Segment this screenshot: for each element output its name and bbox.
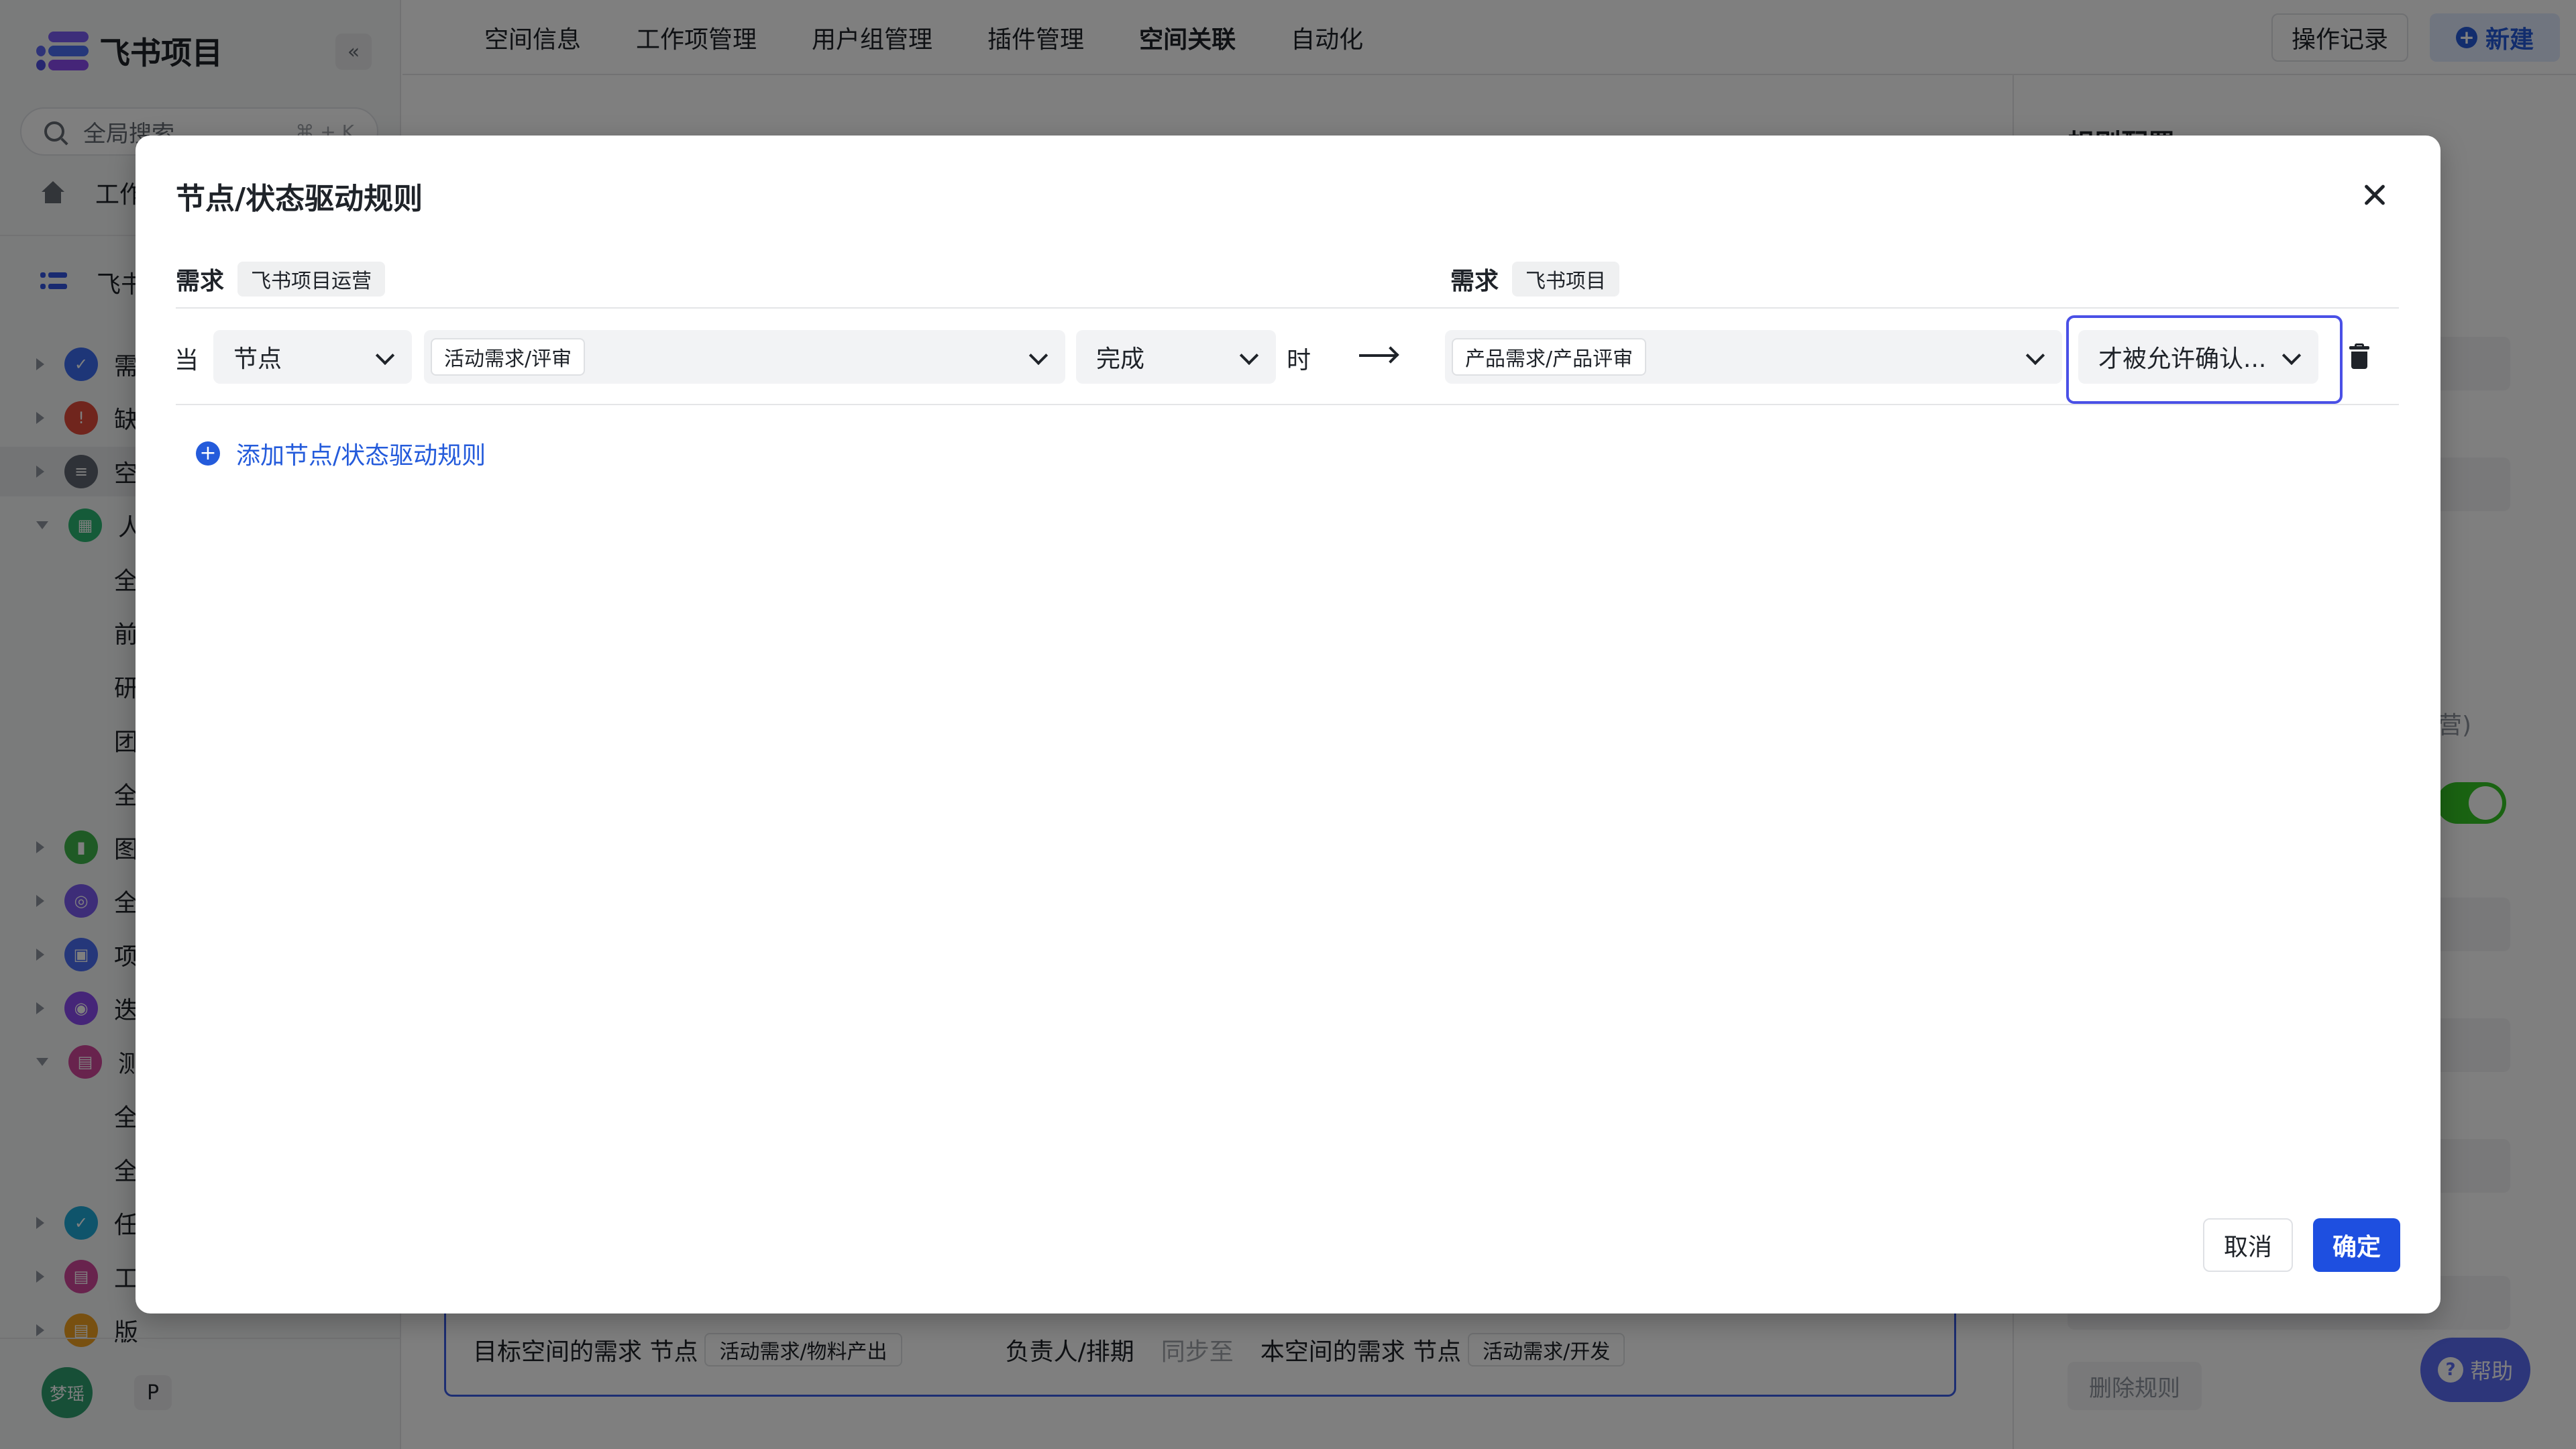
source-type: 需求 — [176, 268, 225, 295]
target-header: 需求 飞书项目 — [1450, 262, 1620, 297]
target-node-tag: 产品需求/产品评审 — [1452, 338, 1647, 376]
source-header: 需求 飞书项目运营 — [176, 262, 386, 297]
rule-row-divider — [176, 404, 2399, 405]
trash-icon[interactable] — [2345, 343, 2375, 373]
trigger-type-select[interactable]: 节点 — [213, 330, 412, 384]
when-suffix: 时 — [1287, 347, 1311, 374]
plus-circle-icon: + — [196, 441, 220, 466]
source-state-select[interactable]: 完成 — [1076, 330, 1276, 384]
chevron-down-icon — [2025, 345, 2045, 366]
action-value: 才被允许确认... — [2098, 345, 2267, 373]
close-icon[interactable] — [2356, 176, 2394, 213]
app-root: 飞书项目 « 全局搜索 ⌘ + K 工作 飞书 ✓需!缺≡空▦人全前研团全▮图◎… — [0, 0, 2576, 1449]
cancel-button[interactable]: 取消 — [2203, 1218, 2293, 1272]
source-node-tag: 活动需求/评审 — [431, 338, 586, 376]
add-rule-button[interactable]: + 添加节点/状态驱动规则 — [196, 436, 486, 471]
target-node-select[interactable]: 产品需求/产品评审 — [1445, 330, 2062, 384]
node-state-rule-dialog: 节点/状态驱动规则 需求 飞书项目运营 需求 飞书项目 当 节点 活动需求/评审… — [136, 136, 2440, 1313]
chevron-down-icon — [1239, 345, 1259, 366]
chevron-down-icon — [2282, 345, 2302, 366]
chevron-down-icon — [375, 345, 395, 366]
source-state-value: 完成 — [1096, 345, 1145, 373]
source-node-select[interactable]: 活动需求/评审 — [424, 330, 1065, 384]
when-label: 当 — [174, 347, 199, 374]
add-rule-label: 添加节点/状态驱动规则 — [236, 442, 486, 470]
target-type: 需求 — [1450, 268, 1499, 295]
chevron-down-icon — [1028, 345, 1049, 366]
confirm-button[interactable]: 确定 — [2313, 1218, 2400, 1272]
source-space-tag: 飞书项目运营 — [237, 262, 386, 297]
target-space-tag: 飞书项目 — [1512, 262, 1620, 297]
arrow-right-icon — [1359, 354, 1395, 357]
rule-row-divider — [176, 307, 2399, 309]
action-select[interactable]: 才被允许确认... — [2078, 330, 2318, 384]
dialog-title: 节点/状态驱动规则 — [176, 182, 423, 216]
trigger-type-value: 节点 — [233, 345, 282, 373]
